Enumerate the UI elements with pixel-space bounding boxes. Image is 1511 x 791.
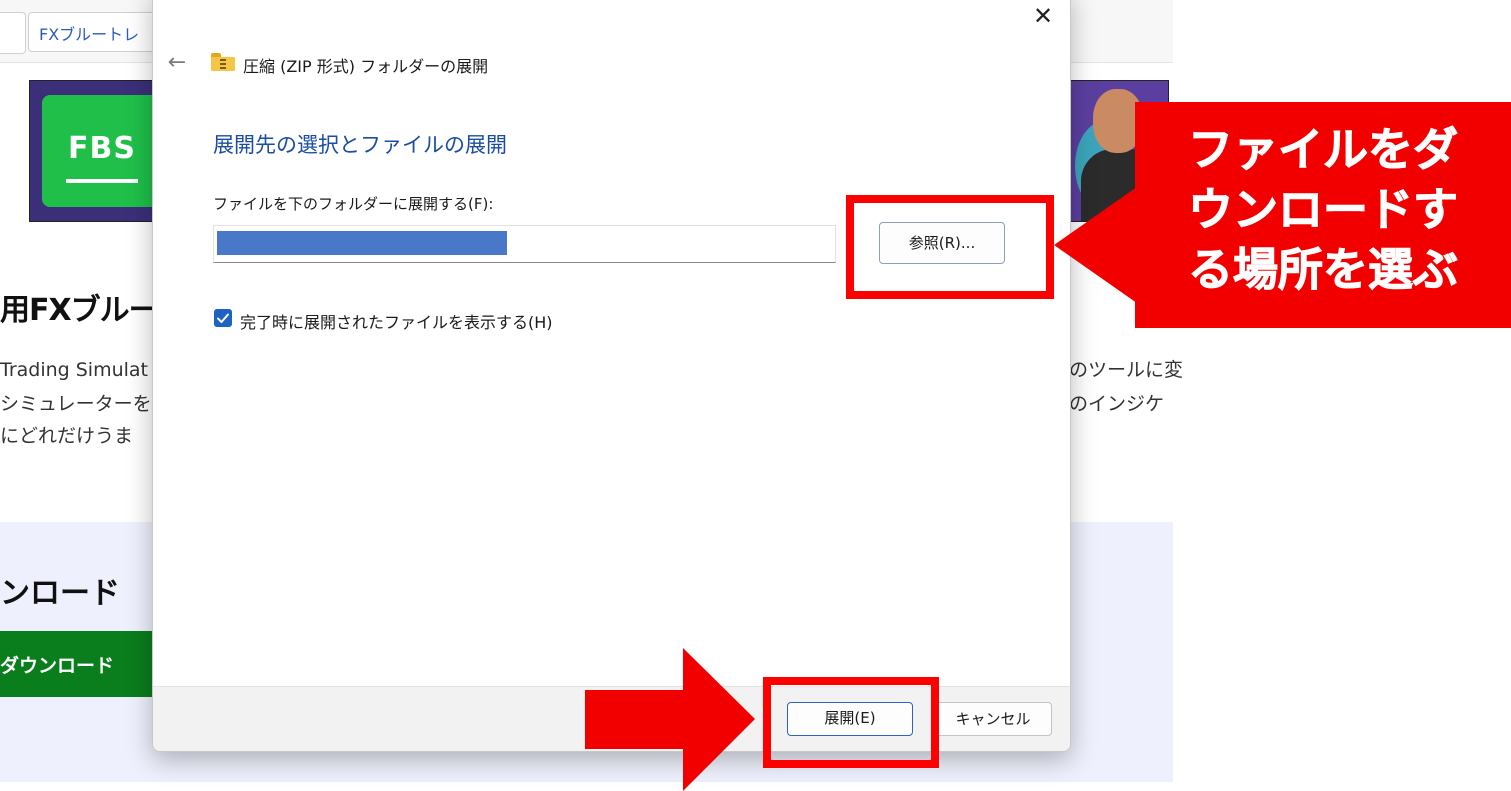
back-arrow-icon[interactable]: ←: [165, 51, 189, 75]
extract-highlight-box: [763, 677, 939, 768]
body-text-right-2: のインジケ: [1069, 393, 1165, 415]
path-selection-highlight: [217, 231, 507, 255]
checkmark-icon: [217, 313, 229, 323]
body-text-line-2: シミュレーターを: [0, 393, 152, 415]
browser-tab-previous[interactable]: [0, 12, 26, 54]
browse-highlight-box: [846, 195, 1054, 299]
fbs-logo-box: FBS: [42, 95, 162, 207]
fbs-logo-underline: [66, 179, 138, 183]
close-icon[interactable]: ✕: [1025, 1, 1061, 31]
extract-zip-dialog: ✕ ← 圧縮 (ZIP 形式) フォルダーの展開 展開先の選択とファイルの展開 …: [152, 0, 1071, 752]
download-button[interactable]: ダウンロード: [0, 631, 152, 697]
callout-line-1: ファイルをダ: [1187, 123, 1458, 177]
show-files-label[interactable]: 完了時に展開されたファイルを表示する(H): [240, 309, 553, 333]
zip-folder-icon: [211, 53, 235, 71]
body-text-line-3: にどれだけうま: [0, 425, 134, 447]
callout-text: ファイルをダ ウンロードす る場所を選ぶ: [1148, 120, 1498, 300]
cancel-button[interactable]: キャンセル: [934, 702, 1052, 736]
destination-label: ファイルを下のフォルダーに展開する(F):: [213, 195, 494, 213]
page-heading: 用FXブルー: [0, 293, 159, 328]
body-text-right-1: のツールに変: [1069, 359, 1184, 381]
callout-line-3: る場所を選ぶ: [1187, 243, 1458, 297]
dialog-title: 圧縮 (ZIP 形式) フォルダーの展開: [243, 57, 489, 76]
dialog-heading: 展開先の選択とファイルの展開: [213, 133, 507, 157]
callout-line-2: ウンロードす: [1187, 183, 1458, 237]
destination-path-input[interactable]: [213, 225, 836, 263]
show-files-checkbox[interactable]: [214, 309, 232, 327]
fbs-logo: FBS: [68, 131, 136, 166]
red-arrow-icon: [585, 648, 755, 791]
download-section-title: ンロード: [0, 576, 120, 611]
body-text-line-1: Trading Simulat: [0, 359, 149, 381]
